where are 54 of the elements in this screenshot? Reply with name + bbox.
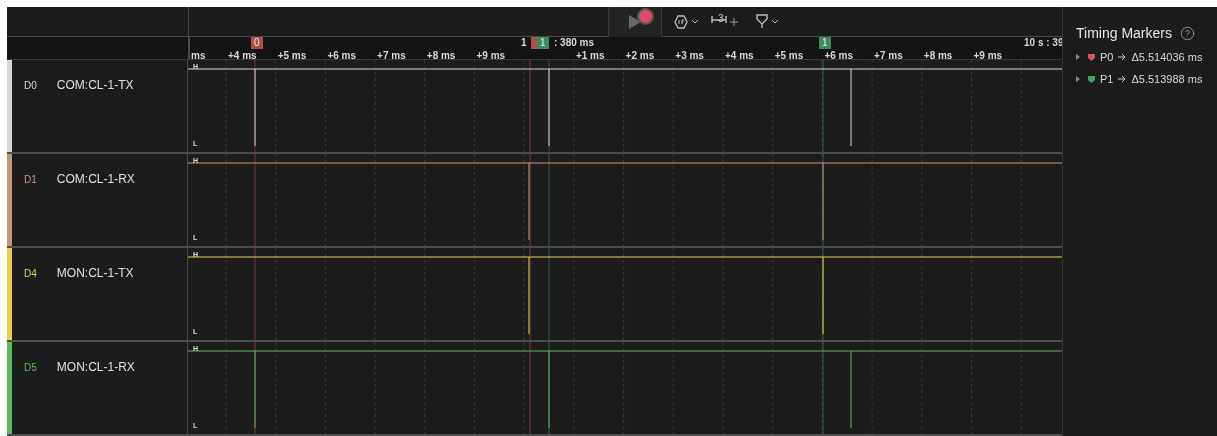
time-label: +1 ms [575,50,605,59]
time-label: +4 ms [228,50,257,59]
time-label: +7 ms [377,50,406,59]
help-icon[interactable] [1179,25,1195,41]
chevron-down-icon [770,18,779,25]
panel-title: Timing Markers [1076,25,1172,41]
marker-row[interactable]: P1 Δ5.513988 ms [1076,73,1217,85]
marker-flag[interactable]: 0 [251,37,263,49]
channel-name: COM:CL-1-RX [56,172,135,186]
time-label: +7 ms [874,50,903,59]
time-label: +5 ms [774,50,804,59]
time-label: +2 ms [625,50,655,59]
channel-name: MON:CL-1-RX [56,360,135,374]
marker-delta: Δ5.514036 ms [1131,51,1203,63]
time-label: +6 ms [824,50,854,59]
time-label: +9 ms [476,50,506,59]
time-label: 1 [521,37,527,48]
time-label: +6 ms [327,50,357,59]
caret-icon [1076,54,1080,60]
record-indicator[interactable] [637,7,654,25]
chevron-down-icon [691,18,699,25]
time-label: ms [191,50,206,59]
marker-delta: Δ5.513988 ms [1131,73,1203,85]
ruler-icon [711,16,727,24]
channel-name: MON:CL-1-TX [56,266,134,280]
time-label: +8 ms [923,50,953,59]
arrow-right-icon [1118,75,1127,83]
time-label: +9 ms [973,50,1003,59]
channel-id: D0 [24,80,37,91]
play-icon [628,13,642,30]
time-label: +3 ms [675,50,704,59]
marker-name: P1 [1100,73,1114,85]
caret-icon [1076,76,1080,82]
channel-name: COM:CL-1-TX [56,78,134,92]
trigger-button[interactable] [674,14,699,29]
time-label: +8 ms [426,50,456,59]
marker-flag[interactable]: 1 [537,37,549,49]
time-label: : 380 ms [554,37,595,48]
play-button[interactable] [608,7,662,37]
marker-row[interactable]: P0 Δ5.514036 ms [1076,51,1217,63]
funnel-icon [755,14,768,29]
time-label: +4 ms [725,50,754,59]
channel-id: D1 [24,174,37,185]
channel-id: D5 [24,362,37,373]
marker-flag[interactable]: 1 [819,37,831,49]
plus-icon [729,17,738,26]
hexagon-icon [674,14,688,29]
arrow-right-icon [1118,53,1127,61]
marker-button[interactable] [755,14,779,29]
marker-name: P0 [1100,51,1114,63]
channel-id: D4 [24,268,37,279]
marker-flag[interactable] [531,37,537,49]
measure-button[interactable]: 3 [711,13,738,30]
time-label: +5 ms [277,50,307,59]
